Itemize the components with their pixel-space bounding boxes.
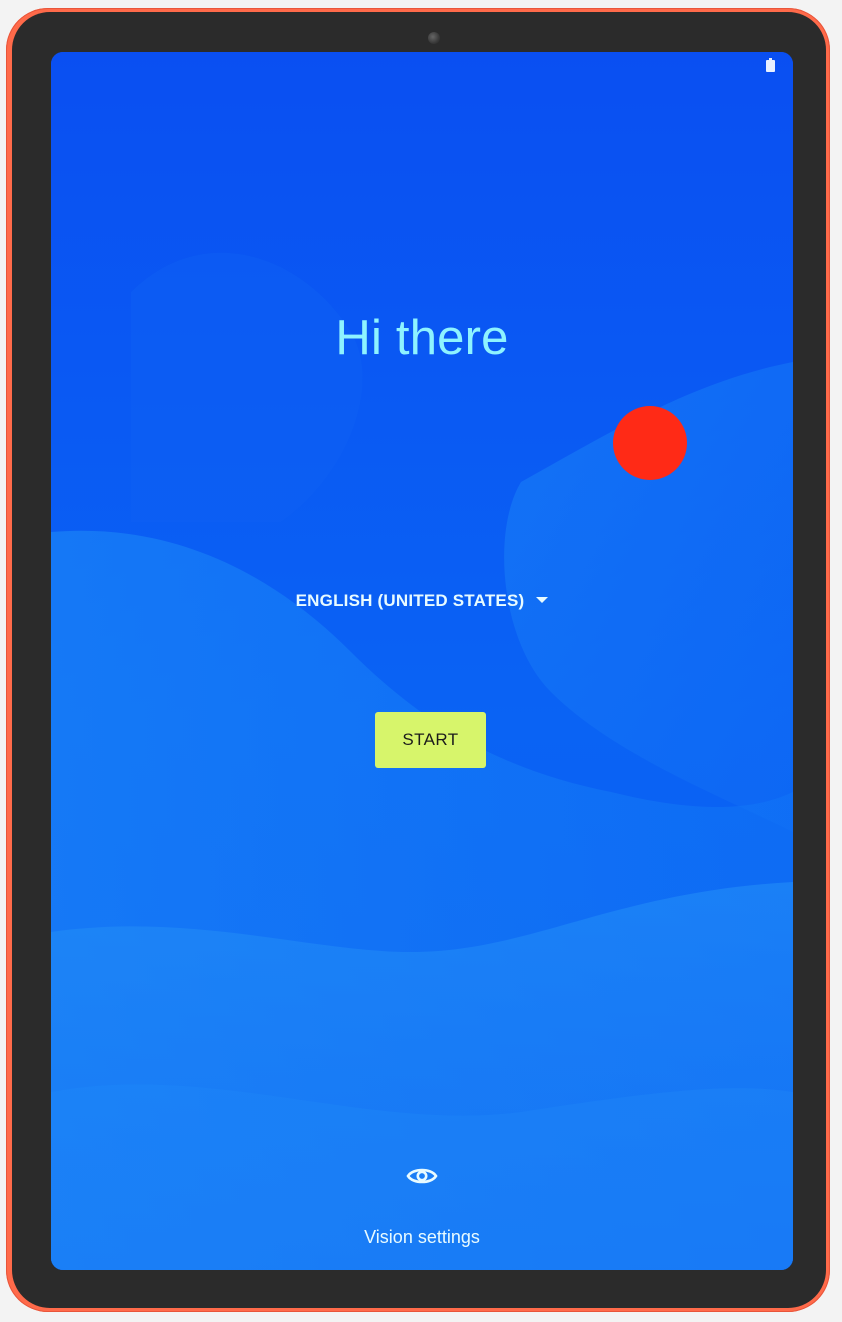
- arrow-drop-down-icon: [536, 597, 549, 603]
- start-button[interactable]: START: [375, 712, 486, 768]
- language-selector-label: ENGLISH (UNITED STATES): [295, 591, 525, 610]
- language-selector[interactable]: ENGLISH (UNITED STATES): [51, 591, 793, 611]
- setup-welcome-screen: Hi there ENGLISH (UNITED STATES) START V…: [51, 52, 793, 1270]
- touch-indicator: [613, 406, 687, 480]
- eye-icon[interactable]: [406, 1164, 438, 1188]
- front-camera-icon: [428, 32, 440, 44]
- wave-background: [51, 52, 793, 1270]
- welcome-title: Hi there: [335, 311, 509, 365]
- battery-icon: [766, 58, 775, 72]
- vision-settings-link[interactable]: Vision settings: [51, 1227, 793, 1248]
